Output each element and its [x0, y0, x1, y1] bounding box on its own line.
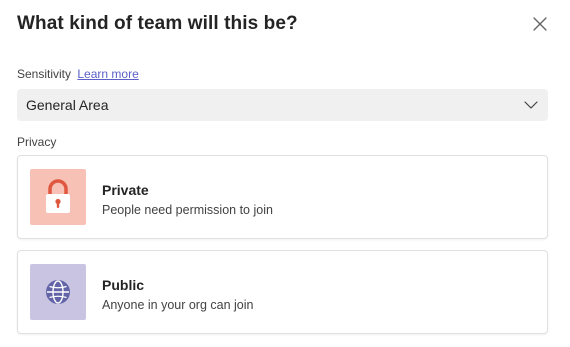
sensitivity-row: Sensitivity Learn more [17, 67, 139, 81]
learn-more-link[interactable]: Learn more [77, 67, 138, 81]
privacy-option-private[interactable]: Private People need permission to join [17, 155, 548, 239]
private-option-description: People need permission to join [102, 203, 273, 217]
privacy-label: Privacy [17, 135, 57, 149]
dialog-title: What kind of team will this be? [17, 13, 298, 34]
globe-icon [46, 280, 70, 304]
private-icon-tile [30, 169, 86, 225]
lock-icon [46, 179, 70, 213]
public-option-name: Public [102, 277, 145, 293]
private-option-name: Private [102, 182, 149, 198]
privacy-option-public[interactable]: Public Anyone in your org can join [17, 250, 548, 334]
close-button[interactable] [528, 12, 552, 36]
chevron-down-icon [524, 101, 538, 109]
close-icon [533, 17, 547, 31]
sensitivity-label: Sensitivity [17, 67, 72, 81]
team-type-dialog: What kind of team will this be? Sensitiv… [0, 0, 570, 347]
sensitivity-dropdown[interactable]: General Area [17, 89, 548, 121]
public-option-description: Anyone in your org can join [102, 298, 254, 312]
public-icon-tile [30, 264, 86, 320]
sensitivity-selected-value: General Area [26, 97, 109, 113]
